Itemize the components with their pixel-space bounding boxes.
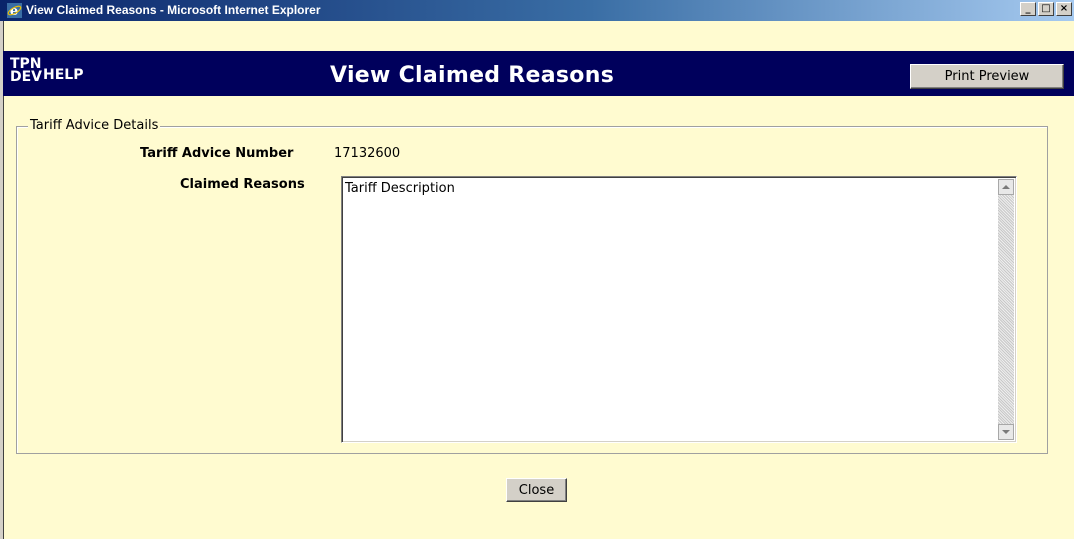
close-window-button[interactable]: × bbox=[1056, 2, 1072, 16]
scroll-down-button[interactable] bbox=[998, 424, 1014, 440]
claimed-reasons-textarea[interactable]: Tariff Description bbox=[341, 176, 1017, 443]
fieldset-legend: Tariff Advice Details bbox=[28, 118, 161, 133]
minimize-button[interactable]: _ bbox=[1020, 2, 1036, 16]
claimed-reasons-text: Tariff Description bbox=[345, 181, 455, 196]
brand-line-2: DEV bbox=[10, 69, 43, 85]
page-title: View Claimed Reasons bbox=[330, 63, 615, 88]
maximize-button[interactable]: □ bbox=[1038, 2, 1054, 16]
window-title: View Claimed Reasons - Microsoft Interne… bbox=[26, 3, 321, 17]
brand-logo: TPN DEV bbox=[10, 57, 43, 85]
tariff-advice-number-label: Tariff Advice Number bbox=[140, 146, 294, 161]
claimed-reasons-label: Claimed Reasons bbox=[180, 177, 305, 192]
arrow-down-icon bbox=[1002, 430, 1010, 434]
help-link[interactable]: HELP bbox=[43, 67, 83, 83]
window-title-bar[interactable]: e View Claimed Reasons - Microsoft Inter… bbox=[0, 0, 1074, 21]
tariff-advice-number-value: 17132600 bbox=[334, 146, 401, 161]
page-header: TPN DEV HELP View Claimed Reasons Print … bbox=[3, 21, 1074, 115]
print-preview-button[interactable]: Print Preview bbox=[910, 64, 1064, 89]
window-controls: _ □ × bbox=[1020, 2, 1072, 16]
internet-explorer-icon: e bbox=[7, 3, 22, 18]
vertical-scrollbar[interactable] bbox=[998, 179, 1014, 440]
arrow-up-icon bbox=[1002, 185, 1010, 189]
scroll-up-button[interactable] bbox=[998, 179, 1014, 195]
close-button[interactable]: Close bbox=[506, 478, 567, 502]
